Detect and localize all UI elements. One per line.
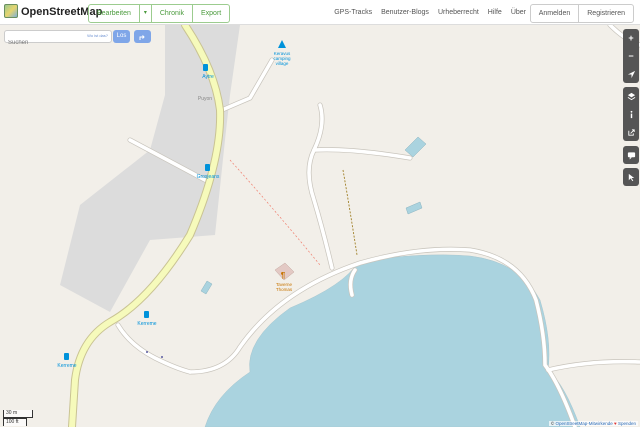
nav-link-gps-traces[interactable]: GPS-Tracks (334, 9, 372, 16)
locate-button[interactable] (623, 65, 639, 83)
zoom-in-button[interactable]: + (623, 29, 639, 47)
zoom-controls: + − (623, 29, 639, 83)
bus-stop-icon[interactable] (64, 353, 69, 360)
map-key-button[interactable] (623, 105, 639, 123)
bus-stop-icon[interactable] (205, 164, 210, 171)
directions-icon (139, 34, 145, 40)
layers-icon (627, 92, 635, 100)
bus-stop-icon[interactable] (203, 64, 208, 71)
osm-logo-icon[interactable] (4, 4, 18, 18)
bus-stop-label: Kerreme (57, 363, 76, 369)
auth-button-group: Anmelden Registrieren (529, 4, 634, 23)
nav-link-about[interactable]: Über (511, 9, 526, 16)
copyright-symbol: © (550, 421, 555, 426)
nav-link-help[interactable]: Hilfe (488, 9, 502, 16)
donate-link[interactable]: Spenden (618, 421, 636, 426)
minor-place-label: Puyon (198, 96, 212, 102)
query-controls (623, 168, 639, 186)
edit-button-group: Bearbeiten ▾ Chronik Export (88, 4, 231, 23)
scale-bar: 30 m 100 ft (3, 410, 33, 426)
nav-link-user-diaries[interactable]: Benutzer-Blogs (381, 9, 429, 16)
add-note-button[interactable] (623, 146, 639, 164)
login-button[interactable]: Anmelden (531, 5, 580, 22)
bus-stop-label: Grosjeans (197, 174, 220, 180)
map-canvas[interactable]: ¶ Aytre Puyon Grosjeans Kerreme Kerreme … (0, 25, 640, 427)
attribution: © OpenStreetMap-Mitwirkende ♥ Spenden (548, 421, 638, 426)
query-features-button[interactable] (623, 168, 639, 186)
signup-button[interactable]: Registrieren (579, 5, 633, 22)
search-box: Wo ist das? (4, 30, 112, 49)
bus-stop-icon[interactable] (144, 311, 149, 318)
directions-button[interactable] (134, 30, 151, 43)
edit-dropdown-caret-icon[interactable]: ▾ (140, 5, 152, 22)
note-controls (623, 146, 639, 164)
entrance-dot (146, 351, 148, 353)
query-icon (628, 173, 634, 181)
entrance-dot (161, 356, 163, 358)
note-icon (627, 151, 635, 160)
scale-imperial: 100 ft (3, 418, 27, 426)
svg-text:¶: ¶ (281, 271, 286, 280)
share-icon (627, 128, 635, 136)
bus-stop-label: Kerreme (137, 321, 156, 327)
top-navbar: OpenStreetMap Bearbeiten ▾ Chronik Expor… (0, 0, 640, 25)
camping-label: village (276, 61, 289, 66)
restaurant-icon[interactable]: ¶ (281, 271, 286, 280)
info-icon (630, 110, 632, 118)
export-button[interactable]: Export (193, 5, 229, 22)
secondary-nav: GPS-Tracks Benutzer-Blogs Urheberrecht H… (334, 0, 526, 25)
scale-metric: 30 m (3, 410, 33, 418)
osm-contributors-link[interactable]: OpenStreetMap-Mitwirkende (555, 421, 612, 426)
locate-icon (627, 70, 635, 78)
search-go-button[interactable]: Los (113, 30, 130, 43)
layers-button[interactable] (623, 87, 639, 105)
bus-stop-label: Aytre (202, 74, 214, 80)
zoom-out-button[interactable]: − (623, 47, 639, 65)
history-button[interactable]: Chronik (152, 5, 193, 22)
nav-link-copyright[interactable]: Urheberrecht (438, 9, 479, 16)
share-button[interactable] (623, 123, 639, 141)
heart-icon: ♥ (614, 421, 617, 426)
where-is-this-link[interactable]: Wo ist das? (87, 33, 108, 38)
restaurant-label: Thomas (276, 287, 293, 292)
edit-button[interactable]: Bearbeiten (89, 5, 140, 22)
search-input[interactable] (5, 37, 82, 49)
layer-controls (623, 87, 639, 141)
